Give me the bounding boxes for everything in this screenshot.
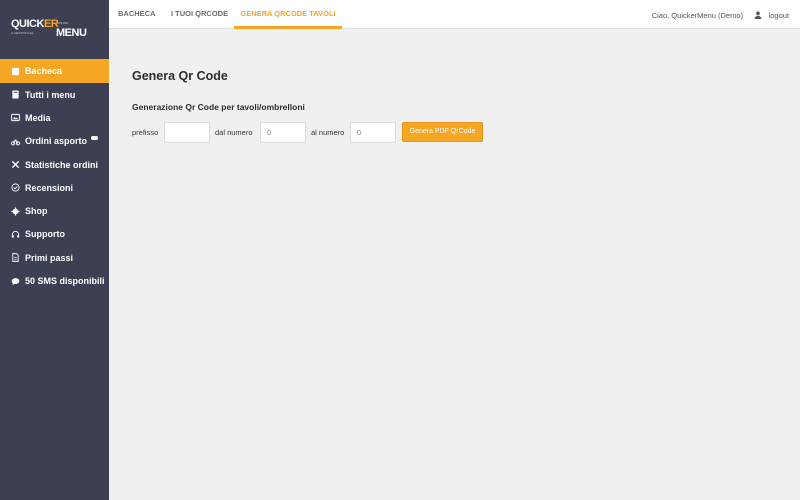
logo-line-1: QUICKER	[11, 18, 59, 30]
document-icon	[10, 253, 20, 263]
sidebar-item-ordini-asporto[interactable]: Ordini asporto	[0, 130, 109, 153]
to-number-label: al numero	[311, 128, 345, 137]
sidebar-item-tutti-i-menu[interactable]: Tutti i menu	[0, 83, 109, 106]
gear-icon	[10, 206, 20, 216]
tab-genera-qrcode-tavoli[interactable]: GENERA QRCODE TAVOLI	[234, 0, 342, 29]
chat-icon	[10, 276, 20, 286]
check-circle-icon	[10, 183, 20, 193]
logo-tagline-a: ONLINE	[57, 21, 69, 25]
user-greeting: Ciao, QuickerMenu (Demo)	[651, 11, 743, 20]
logo-line-1a: QUICK	[11, 18, 44, 30]
prefix-input[interactable]	[164, 122, 210, 143]
sidebar: QUICKER ONLINE IL GESTIONALE MENU Bachec…	[0, 0, 109, 500]
sidebar-item-label: Ordini asporto	[25, 136, 88, 147]
sidebar-item-label: Recensioni	[25, 182, 74, 193]
sidebar-item-label: Statistiche ordini	[25, 159, 99, 170]
sidebar-item-recensioni[interactable]: Recensioni	[0, 176, 109, 199]
bike-icon	[10, 136, 20, 146]
sidebar-item-statistiche-ordini[interactable]: Statistiche ordini	[0, 153, 109, 176]
logo-tagline-b: IL GESTIONALE	[11, 31, 34, 35]
home-icon	[10, 66, 20, 76]
sidebar-item-label: Bacheca	[25, 66, 63, 76]
from-number-label: dal numero	[215, 128, 253, 137]
sidebar-nav: Bacheca Tutti i menu Media Ordini asport…	[0, 59, 109, 293]
top-bar: BACHECA I TUOI QRCODE GENERA QRCODE TAVO…	[109, 0, 800, 29]
logo[interactable]: QUICKER ONLINE IL GESTIONALE MENU	[11, 18, 101, 42]
headset-icon	[10, 229, 20, 239]
prefix-label: prefisso	[132, 128, 159, 137]
from-number-input[interactable]	[260, 122, 306, 143]
sidebar-item-media[interactable]: Media	[0, 106, 109, 129]
tab-bacheca[interactable]: BACHECA	[118, 0, 156, 29]
sidebar-item-label: 50 SMS disponibili	[25, 276, 105, 287]
sidebar-item-label: Tutti i menu	[25, 89, 76, 100]
user-icon	[754, 11, 762, 19]
section-title: Generazione Qr Code per tavoli/ombrellon…	[132, 102, 305, 112]
book-icon	[10, 90, 20, 100]
to-number-input[interactable]	[350, 122, 396, 143]
sidebar-item-shop[interactable]: Shop	[0, 199, 109, 222]
sidebar-item-label: Shop	[25, 206, 48, 217]
logout-link[interactable]: logout	[769, 11, 789, 20]
sidebar-item-label: Media	[25, 112, 51, 123]
image-icon	[10, 113, 20, 123]
tab-i-tuoi-qrcode[interactable]: I TUOI QRCODE	[171, 0, 228, 29]
page-title: Genera Qr Code	[132, 69, 228, 83]
notification-badge	[91, 136, 99, 141]
sidebar-item-sms[interactable]: 50 SMS disponibili	[0, 269, 109, 292]
tools-icon	[10, 160, 20, 170]
sidebar-item-primi-passi[interactable]: Primi passi	[0, 246, 109, 269]
logo-line-2: MENU	[56, 27, 87, 39]
sidebar-item-label: Supporto	[25, 229, 65, 240]
sidebar-item-label: Primi passi	[25, 252, 74, 263]
sidebar-item-bacheca[interactable]: Bacheca	[0, 59, 109, 83]
generate-pdf-button[interactable]: Genera PDF QrCode	[402, 122, 483, 142]
sidebar-item-supporto[interactable]: Supporto	[0, 223, 109, 246]
